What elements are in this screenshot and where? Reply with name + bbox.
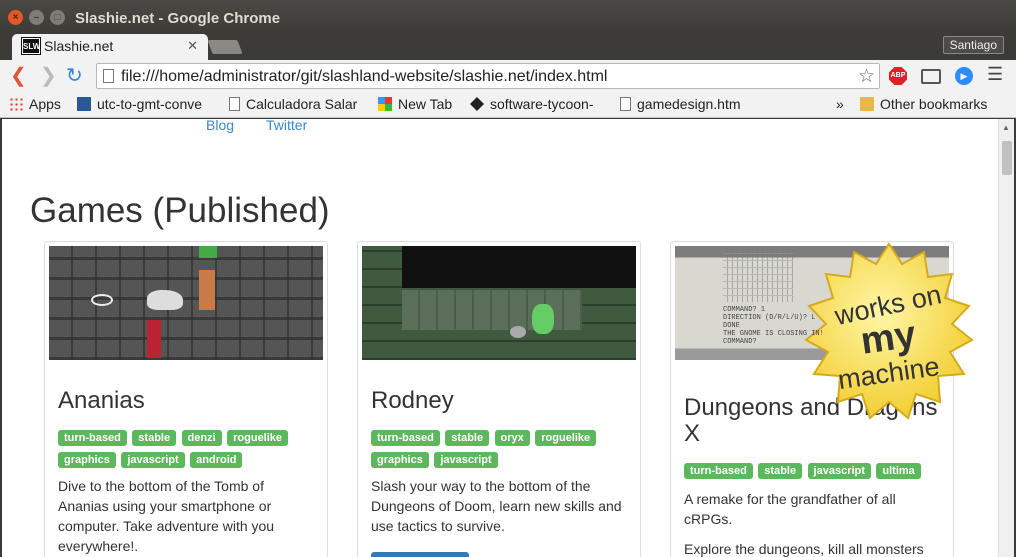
tag-list: turn-based stable javascript ultima — [684, 461, 946, 483]
maximize-window-button[interactable]: □ — [50, 10, 65, 25]
section-heading: Games (Published) — [30, 191, 330, 230]
tag-turn-based[interactable]: turn-based — [371, 430, 440, 446]
game-card-rodney: Rodney turn-based stable oryx roguelike … — [357, 241, 641, 557]
tycoon-favicon-icon — [470, 97, 484, 111]
tag-denzi[interactable]: denzi — [181, 430, 222, 446]
blog-link[interactable]: Blog — [206, 119, 234, 133]
game-description: Slash your way to the bottom of the Dung… — [371, 478, 622, 534]
slashie-favicon-icon: SLW — [21, 37, 41, 55]
tab-close-icon[interactable]: ✕ — [187, 38, 198, 54]
twitter-link[interactable]: Twitter — [266, 119, 307, 133]
page-icon — [103, 69, 114, 83]
bookmarks-overflow-chevron[interactable]: » — [836, 96, 844, 112]
priest-sprite — [147, 320, 161, 358]
game-description: Dive to the bottom of the Tomb of Anania… — [58, 478, 275, 554]
adblock-icon[interactable]: ABP — [889, 67, 907, 85]
page-content: Blog Twitter Games (Published) Ananias t… — [2, 119, 998, 557]
new-tab-button[interactable] — [207, 40, 243, 54]
tag-turn-based[interactable]: turn-based — [684, 463, 753, 479]
chrome-menu-icon[interactable]: ☰ — [987, 64, 1003, 85]
minimize-window-button[interactable]: – — [29, 10, 44, 25]
bookmark-star-icon[interactable]: ☆ — [858, 65, 875, 88]
reload-icon[interactable]: ↻ — [66, 65, 83, 87]
back-icon[interactable]: ❮ — [10, 65, 27, 87]
tag-list: turn-based stable oryx roguelike graphic… — [371, 428, 633, 472]
terminal-output: COMMAND? 1 DIRECTION (D/R/L/U)? L DONE T… — [723, 306, 824, 346]
tag-list: turn-based stable denzi roguelike graphi… — [58, 428, 320, 472]
bookmark-utc-to-gmt[interactable]: utc-to-gmt-conve — [77, 96, 219, 112]
floor-tiles — [402, 290, 582, 330]
tag-stable[interactable]: stable — [758, 463, 803, 479]
window-title: Slashie.net - Google Chrome — [75, 10, 281, 27]
bookmark-software-tycoon[interactable]: software-tycoon- — [470, 96, 608, 112]
new-tab-favicon-icon — [378, 97, 392, 111]
url-text[interactable]: file:///home/administrator/git/slashland… — [121, 68, 607, 86]
game-title[interactable]: Ananias — [58, 388, 318, 414]
document-icon — [229, 97, 240, 111]
tag-turn-based[interactable]: turn-based — [58, 430, 127, 446]
tag-graphics[interactable]: graphics — [371, 452, 429, 468]
tag-roguelike[interactable]: roguelike — [535, 430, 597, 446]
tab-label: Slashie.net — [44, 38, 114, 54]
profile-button[interactable]: Santiago — [942, 36, 1004, 54]
dark-area — [402, 246, 636, 288]
rodney-screenshot[interactable] — [362, 246, 636, 360]
scroll-thumb[interactable] — [1002, 141, 1012, 175]
document-icon — [620, 97, 631, 111]
ananias-screenshot[interactable] — [49, 246, 323, 360]
bookmark-apps[interactable]: Apps — [9, 96, 61, 112]
tag-javascript[interactable]: javascript — [434, 452, 498, 468]
browser-window: × – □ Slashie.net - Google Chrome SLW Sl… — [0, 0, 1016, 557]
tag-roguelike[interactable]: roguelike — [227, 430, 289, 446]
page-scrollbar[interactable]: ▲ — [998, 119, 1014, 557]
other-bookmarks[interactable]: Other bookmarks — [860, 96, 987, 112]
tab-slashie[interactable]: SLW Slashie.net ✕ — [12, 34, 208, 60]
monster-sprite — [532, 304, 554, 334]
tag-android[interactable]: android — [190, 452, 243, 468]
bookmark-calculadora[interactable]: Calculadora Salar — [229, 96, 366, 112]
zoom-extension-icon[interactable]: ▶ — [955, 67, 973, 85]
tag-oryx[interactable]: oryx — [494, 430, 530, 446]
bookmarks-bar: Apps utc-to-gmt-conve Calculadora Salar … — [0, 92, 1016, 118]
bookmark-gamedesign[interactable]: gamedesign.htm — [620, 96, 741, 112]
tag-javascript[interactable]: javascript — [807, 463, 871, 479]
goblin-sprite — [199, 246, 217, 258]
wolf-sprite — [147, 290, 183, 310]
forward-icon[interactable]: ❯ — [40, 65, 57, 87]
rat-sprite — [510, 326, 526, 338]
ring-item-icon — [91, 294, 113, 306]
terminal-map — [723, 250, 793, 302]
scroll-up-arrow-icon[interactable]: ▲ — [1002, 123, 1010, 132]
game-card-ananias: Ananias turn-based stable denzi roguelik… — [44, 241, 328, 557]
bookmark-new-tab[interactable]: New Tab — [378, 96, 452, 112]
bookmark-favicon-icon — [77, 97, 91, 111]
folder-icon — [860, 97, 874, 111]
tag-stable[interactable]: stable — [132, 430, 177, 446]
title-bar: × – □ Slashie.net - Google Chrome — [0, 0, 1016, 34]
game-description: A remake for the grandfather of all cRPG… — [684, 491, 896, 527]
apps-grid-icon — [9, 97, 23, 111]
address-bar[interactable]: file:///home/administrator/git/slashland… — [96, 63, 880, 89]
toolbar: ❮ ❯ ↻ file:///home/administrator/git/sla… — [0, 60, 1016, 92]
tag-javascript[interactable]: javascript — [121, 452, 185, 468]
play-button[interactable] — [371, 552, 469, 557]
tag-graphics[interactable]: graphics — [58, 452, 116, 468]
game-description-2: Explore the dungeons, kill all monsters — [684, 541, 924, 557]
tag-stable[interactable]: stable — [445, 430, 490, 446]
game-title[interactable]: Rodney — [371, 388, 631, 414]
close-window-button[interactable]: × — [8, 10, 23, 25]
cast-icon[interactable] — [921, 69, 941, 84]
hero-sprite — [199, 270, 215, 310]
tag-ultima[interactable]: ultima — [876, 463, 921, 479]
